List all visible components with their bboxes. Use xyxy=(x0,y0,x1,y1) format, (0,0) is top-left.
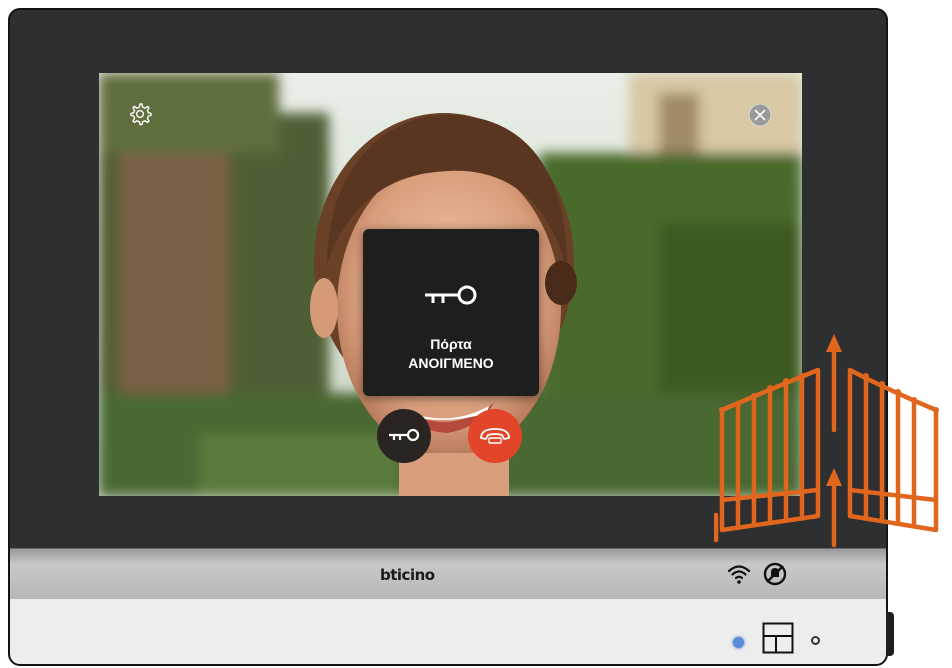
gate-opening-icon xyxy=(714,334,939,548)
open-lock-button[interactable] xyxy=(377,409,431,463)
wifi-icon xyxy=(727,565,751,584)
door-lock-status-popup: Πόρτα ΑΝΟΙΓΜΕΝΟ xyxy=(363,229,539,396)
key-icon xyxy=(425,285,477,305)
brand-strip: bticino xyxy=(10,548,886,600)
video-screen: Πόρτα ΑΝΟΙΓΜΕΝΟ xyxy=(99,73,802,496)
control-strip xyxy=(10,599,886,664)
hang-up-button[interactable] xyxy=(468,409,522,463)
home-button[interactable] xyxy=(762,622,794,654)
hang-up-phone-icon xyxy=(480,428,510,444)
close-icon[interactable] xyxy=(747,102,773,128)
gear-icon[interactable] xyxy=(127,101,153,127)
side-tab xyxy=(886,612,894,656)
mute-ringtone-icon xyxy=(763,562,787,586)
brand-logo: bticino xyxy=(380,566,435,584)
door-name-label: Πόρτα xyxy=(430,336,472,352)
light-sensor xyxy=(811,636,820,645)
door-status-label: ΑΝΟΙΓΜΕΝΟ xyxy=(408,355,494,371)
status-led xyxy=(733,637,744,648)
key-icon xyxy=(389,428,420,442)
